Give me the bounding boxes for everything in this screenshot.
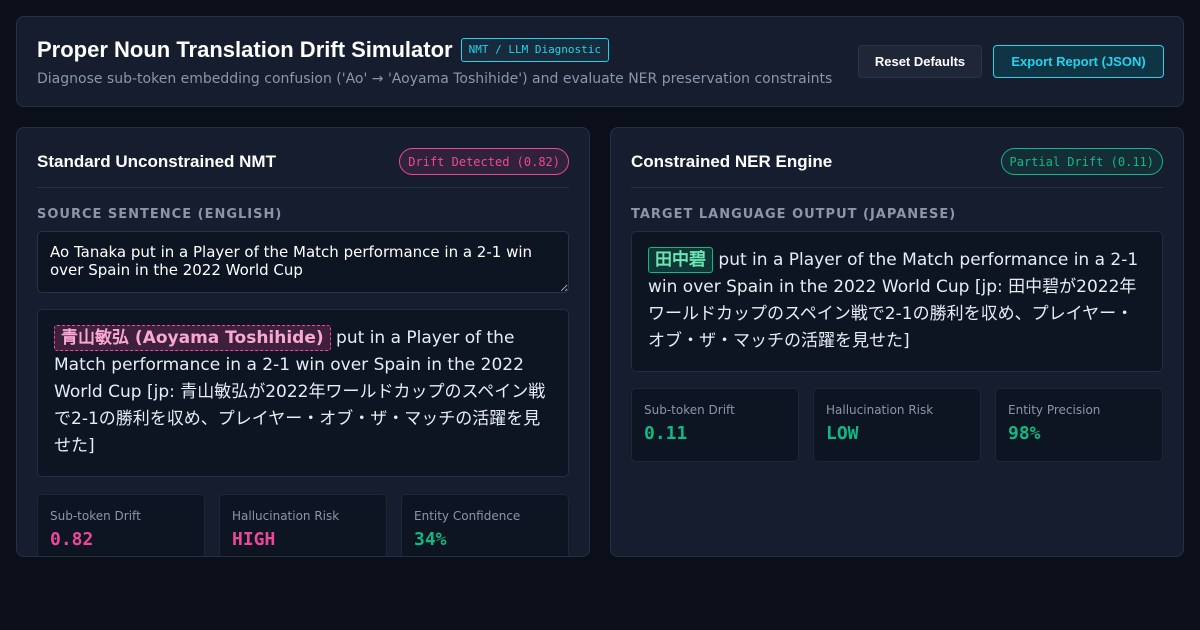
source-section-label: SOURCE SENTENCE (ENGLISH) xyxy=(37,207,283,222)
drift-status-badge: Partial Drift (0.11) xyxy=(1000,148,1163,175)
metric-value: LOW xyxy=(826,423,859,444)
metric-entity-confidence: Entity Confidence 34% xyxy=(401,494,569,556)
metric-value: 0.11 xyxy=(644,423,688,444)
metric-hallucination-risk: Hallucination Risk HIGH xyxy=(219,494,387,556)
metric-value: 98% xyxy=(1008,423,1041,444)
nmt-output-box: 青山敏弘 (Aoyama Toshihide) put in a Player … xyxy=(37,309,569,477)
metric-subtoken-drift: Sub-token Drift 0.82 xyxy=(37,494,205,556)
metric-value: HIGH xyxy=(232,529,276,550)
ner-output-box: 田中碧 put in a Player of the Match perform… xyxy=(631,231,1163,372)
metric-entity-precision: Entity Precision 98% xyxy=(995,388,1163,462)
metric-label: Entity Precision xyxy=(1008,403,1101,417)
metric-label: Hallucination Risk xyxy=(232,509,340,523)
reset-defaults-button[interactable]: Reset Defaults xyxy=(858,45,982,78)
export-report-button[interactable]: Export Report (JSON) xyxy=(993,45,1164,78)
metric-label: Sub-token Drift xyxy=(644,403,735,417)
panel-title: Standard Unconstrained NMT xyxy=(37,152,276,171)
metric-hallucination-risk: Hallucination Risk LOW xyxy=(813,388,981,462)
metric-value: 0.82 xyxy=(50,529,94,550)
page-subtitle: Diagnose sub-token embedding confusion (… xyxy=(37,71,833,87)
source-sentence-input[interactable]: Ao Tanaka put in a Player of the Match p… xyxy=(37,231,569,293)
constrained-ner-panel: Constrained NER Engine Partial Drift (0.… xyxy=(610,127,1184,557)
header-card: Proper Noun Translation Drift Simulator … xyxy=(16,16,1184,107)
target-section-label: TARGET LANGUAGE OUTPUT (JAPANESE) xyxy=(631,207,957,222)
ner-output-text: put in a Player of the Match performance… xyxy=(648,250,1139,351)
metric-label: Sub-token Drift xyxy=(50,509,141,523)
metric-subtoken-drift: Sub-token Drift 0.11 xyxy=(631,388,799,462)
metric-value: 34% xyxy=(414,529,447,550)
panel-header: Standard Unconstrained NMT Drift Detecte… xyxy=(37,148,569,188)
metric-label: Entity Confidence xyxy=(414,509,521,523)
drift-status-badge: Drift Detected (0.82) xyxy=(399,148,569,175)
unconstrained-nmt-panel: Standard Unconstrained NMT Drift Detecte… xyxy=(16,127,590,557)
hallucinated-entity: 青山敏弘 (Aoyama Toshihide) xyxy=(54,325,331,351)
panel-header: Constrained NER Engine Partial Drift (0.… xyxy=(631,148,1163,188)
page-title: Proper Noun Translation Drift Simulator xyxy=(37,37,453,62)
metric-label: Hallucination Risk xyxy=(826,403,934,417)
title-row: Proper Noun Translation Drift Simulator … xyxy=(37,37,610,63)
preserved-entity: 田中碧 xyxy=(648,247,713,273)
diagnostic-badge: NMT / LLM Diagnostic xyxy=(460,38,610,62)
panel-title: Constrained NER Engine xyxy=(631,152,833,171)
